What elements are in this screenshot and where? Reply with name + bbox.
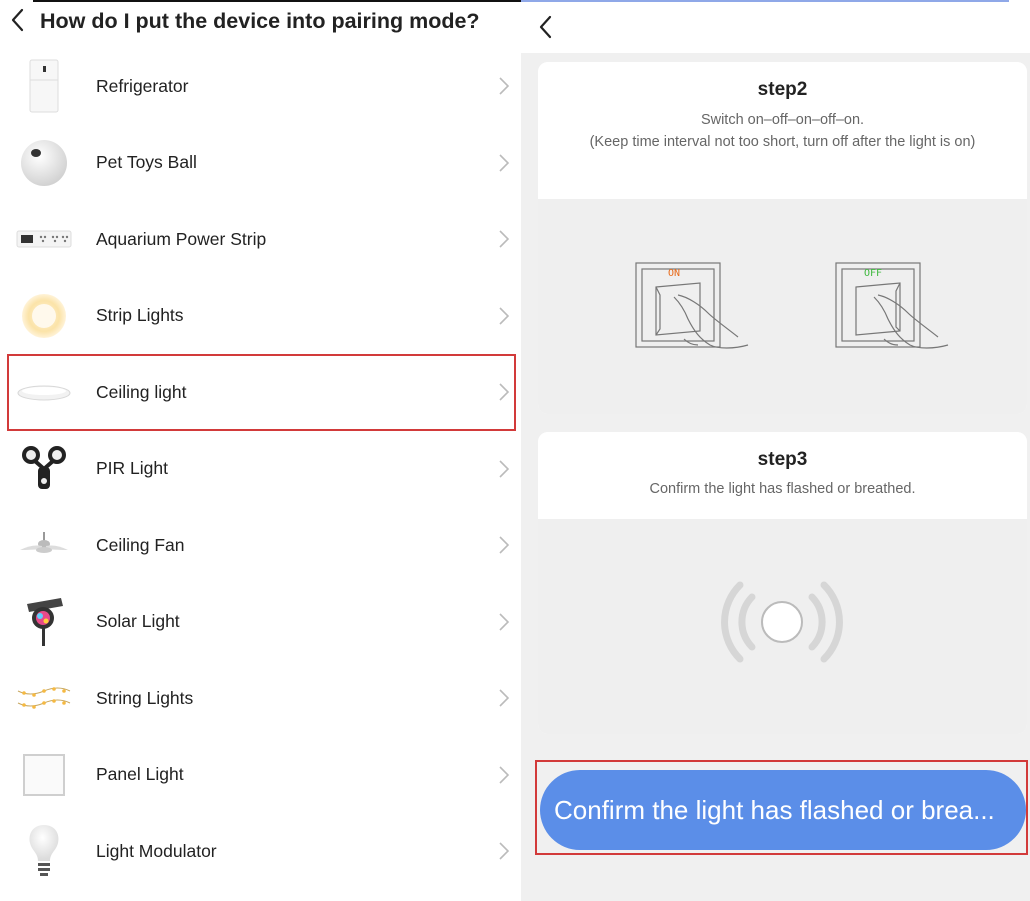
- top-divider: [521, 0, 1009, 2]
- panel-light-icon: [14, 745, 74, 805]
- device-item-light-modulator[interactable]: Light Modulator: [0, 813, 521, 890]
- chevron-left-icon: [539, 15, 552, 39]
- device-label: Pet Toys Ball: [96, 152, 197, 173]
- page-title: How do I put the device into pairing mod…: [40, 9, 480, 33]
- light-bulb-icon: [14, 821, 74, 881]
- device-list-panel: How do I put the device into pairing mod…: [0, 0, 521, 901]
- device-item-solar-light[interactable]: Solar Light: [0, 584, 521, 661]
- chevron-right-icon: [499, 536, 510, 554]
- back-button[interactable]: [3, 6, 31, 34]
- step-header: step2 Switch on–off–on–off–on. (Keep tim…: [538, 62, 1027, 199]
- ceiling-light-icon: [14, 362, 74, 422]
- device-label: Strip Lights: [96, 305, 184, 326]
- chevron-right-icon: [499, 460, 510, 478]
- pir-light-icon: [14, 439, 74, 499]
- step-card-3: step3 Confirm the light has flashed or b…: [538, 432, 1027, 734]
- device-item-refrigerator[interactable]: Refrigerator: [0, 48, 521, 125]
- chevron-right-icon: [499, 154, 510, 172]
- refrigerator-icon: [14, 56, 74, 116]
- chevron-right-icon: [499, 383, 510, 401]
- step-description: Confirm the light has flashed or breathe…: [649, 481, 916, 497]
- device-item-pet-toys-ball[interactable]: Pet Toys Ball: [0, 125, 521, 202]
- light-switch-icon: ON OFF: [635, 262, 949, 349]
- step-description: Switch on–off–on–off–on.: [700, 112, 865, 128]
- device-list: Refrigerator Pet Toys Ball Aquarium Powe…: [0, 48, 521, 890]
- chevron-right-icon: [499, 230, 510, 248]
- confirm-highlight-box: Confirm the light has flashed or brea...: [535, 760, 1028, 855]
- device-label: Refrigerator: [96, 75, 189, 96]
- chevron-right-icon: [499, 613, 510, 631]
- ceiling-fan-icon: [14, 515, 74, 575]
- step-card-2: step2 Switch on–off–on–off–on. (Keep tim…: [538, 62, 1027, 414]
- switch-illustration: ON OFF: [538, 199, 1027, 414]
- solar-light-icon: [14, 592, 74, 652]
- switch-off-label: OFF: [864, 268, 882, 279]
- device-label: String Lights: [96, 687, 194, 708]
- step-header: step3 Confirm the light has flashed or b…: [538, 432, 1027, 519]
- device-label: PIR Light: [96, 458, 168, 479]
- flash-illustration: [538, 519, 1027, 734]
- device-label: Aquarium Power Strip: [96, 228, 267, 249]
- device-item-strip-lights[interactable]: Strip Lights: [0, 278, 521, 355]
- device-label: Solar Light: [96, 611, 180, 632]
- power-strip-icon: [14, 209, 74, 269]
- switch-on-label: ON: [668, 268, 680, 279]
- step-title: step2: [757, 79, 808, 100]
- chevron-left-icon: [11, 8, 24, 32]
- device-item-string-lights[interactable]: String Lights: [0, 660, 521, 737]
- chevron-right-icon: [499, 77, 510, 95]
- top-divider: [33, 0, 521, 2]
- device-label: Ceiling Fan: [96, 534, 185, 555]
- chevron-right-icon: [499, 307, 510, 325]
- device-item-panel-light[interactable]: Panel Light: [0, 737, 521, 814]
- flashing-light-icon: [721, 581, 843, 663]
- chevron-right-icon: [499, 766, 510, 784]
- string-lights-icon: [14, 668, 74, 728]
- chevron-right-icon: [499, 842, 510, 860]
- device-item-pir-light[interactable]: PIR Light: [0, 431, 521, 508]
- strip-lights-icon: [14, 286, 74, 346]
- confirm-button[interactable]: Confirm the light has flashed or brea...: [540, 770, 1026, 850]
- pairing-steps-panel: step2 Switch on–off–on–off–on. (Keep tim…: [521, 0, 1030, 901]
- device-item-aquarium-power-strip[interactable]: Aquarium Power Strip: [0, 201, 521, 278]
- device-label: Panel Light: [96, 764, 184, 785]
- header-bar: [521, 0, 1030, 53]
- pet-ball-icon: [14, 133, 74, 193]
- device-item-ceiling-light[interactable]: Ceiling light: [7, 354, 516, 431]
- device-label: Ceiling light: [96, 381, 187, 402]
- back-button[interactable]: [531, 13, 559, 41]
- device-label: Light Modulator: [96, 840, 217, 861]
- chevron-right-icon: [499, 689, 510, 707]
- step-title: step3: [757, 449, 808, 470]
- device-item-ceiling-fan[interactable]: Ceiling Fan: [0, 507, 521, 584]
- step-description-note: (Keep time interval not too short, turn …: [589, 134, 976, 150]
